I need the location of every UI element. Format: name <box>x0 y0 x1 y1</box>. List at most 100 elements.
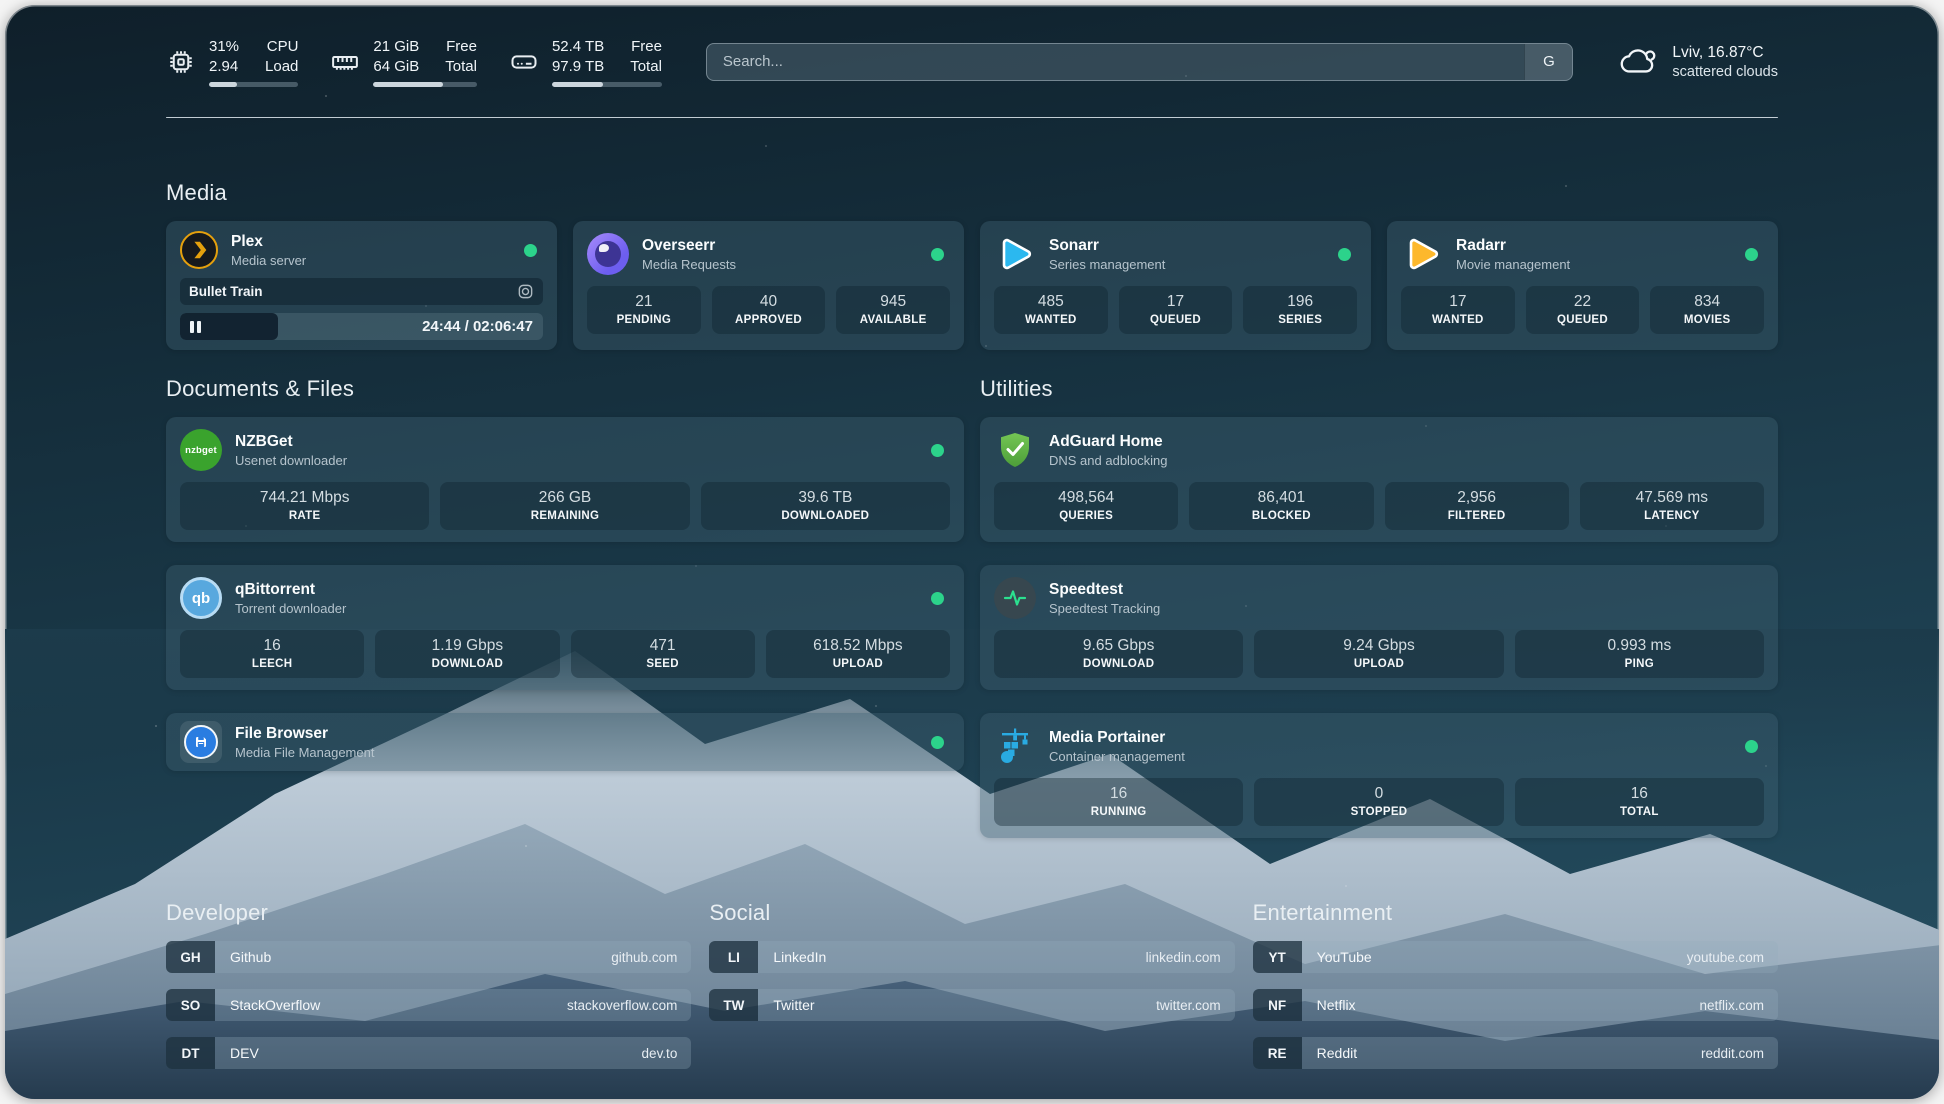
cpu-widget: 31% 2.94 CPU Load <box>166 37 298 87</box>
service-card-portainer[interactable]: Media Portainer Container management 16 … <box>980 713 1778 838</box>
section-heading-media: Media <box>166 180 1778 206</box>
stat-tile: 196 SERIES <box>1243 286 1357 334</box>
service-card-speedtest[interactable]: Speedtest Speedtest Tracking 9.65 Gbps D… <box>980 565 1778 690</box>
bookmark-name: LinkedIn <box>758 949 826 965</box>
portainer-icon <box>994 725 1036 767</box>
service-name: Radarr <box>1456 236 1570 255</box>
memory-labels: Free Total <box>445 37 477 77</box>
status-dot <box>931 248 944 261</box>
bookmark-twitter[interactable]: TW Twitter twitter.com <box>709 989 1234 1021</box>
bookmark-url: netflix.com <box>1699 998 1778 1013</box>
status-dot <box>1745 740 1758 753</box>
stat-tile: 1.19 Gbps DOWNLOAD <box>375 630 559 678</box>
service-card-nzbget[interactable]: nzbget NZBGet Usenet downloader 744.21 M… <box>166 417 964 542</box>
service-card-adguard[interactable]: AdGuard Home DNS and adblocking 498,564 … <box>980 417 1778 542</box>
stat-tile: 0.993 ms PING <box>1515 630 1764 678</box>
service-subtitle: Media Requests <box>642 257 736 272</box>
bookmark-name: Twitter <box>758 997 814 1013</box>
stat-tile: 485 WANTED <box>994 286 1108 334</box>
bookmark-abbr: DT <box>166 1037 215 1069</box>
bookmark-name: Reddit <box>1302 1045 1357 1061</box>
bookmark-reddit[interactable]: RE Reddit reddit.com <box>1253 1037 1778 1069</box>
radarr-icon <box>1401 233 1443 275</box>
filebrowser-icon <box>180 721 222 763</box>
stat-tile: 17 QUEUED <box>1119 286 1233 334</box>
status-dot <box>1745 248 1758 261</box>
service-card-radarr[interactable]: Radarr Movie management 17 WANTED 22 QUE… <box>1387 221 1778 350</box>
stat-tile: 40 APPROVED <box>712 286 826 334</box>
cpu-progress <box>209 82 298 87</box>
status-dot <box>1338 248 1351 261</box>
bookmark-url: reddit.com <box>1701 1046 1778 1061</box>
disk-values: 52.4 TB 97.9 TB <box>552 37 604 77</box>
bookmark-abbr: TW <box>709 989 758 1021</box>
service-name: qBittorrent <box>235 580 346 599</box>
bookmark-github[interactable]: GH Github github.com <box>166 941 691 973</box>
bookmark-linkedin[interactable]: LI LinkedIn linkedin.com <box>709 941 1234 973</box>
stat-tile: 0 STOPPED <box>1254 778 1503 826</box>
service-name: Overseerr <box>642 236 736 255</box>
status-dot <box>931 444 944 457</box>
section-heading-entertainment: Entertainment <box>1253 900 1778 926</box>
stat-tile: 39.6 TB DOWNLOADED <box>701 482 950 530</box>
status-dot <box>524 244 537 257</box>
status-dot <box>931 736 944 749</box>
adguard-icon <box>994 429 1036 471</box>
pause-icon[interactable] <box>190 321 201 333</box>
weather-condition: scattered clouds <box>1672 64 1778 80</box>
stat-tile: 471 SEED <box>571 630 755 678</box>
service-card-plex[interactable]: Plex Media server Bullet Train <box>166 221 557 350</box>
bookmark-group-entertainment: Entertainment YT YouTube youtube.com NF … <box>1253 900 1778 1085</box>
stat-tile: 86,401 BLOCKED <box>1189 482 1373 530</box>
service-card-filebrowser[interactable]: File Browser Media File Management <box>166 713 964 771</box>
service-subtitle: Speedtest Tracking <box>1049 601 1160 616</box>
stat-tile: 16 TOTAL <box>1515 778 1764 826</box>
cpu-labels: CPU Load <box>265 37 298 77</box>
speedtest-icon <box>994 577 1036 619</box>
memory-widget: 21 GiB 64 GiB Free Total <box>330 37 477 87</box>
stat-tile: 17 WANTED <box>1401 286 1515 334</box>
service-name: Media Portainer <box>1049 728 1185 747</box>
bookmark-name: Netflix <box>1302 997 1356 1013</box>
bookmark-youtube[interactable]: YT YouTube youtube.com <box>1253 941 1778 973</box>
stat-tile: 744.21 Mbps RATE <box>180 482 429 530</box>
bookmark-netflix[interactable]: NF Netflix netflix.com <box>1253 989 1778 1021</box>
search-provider-button[interactable]: G <box>1524 44 1572 80</box>
dashboard-window: 31% 2.94 CPU Load <box>5 5 1939 1099</box>
bookmark-url: linkedin.com <box>1146 950 1235 965</box>
stat-tile: 618.52 Mbps UPLOAD <box>766 630 950 678</box>
qbittorrent-icon: qb <box>180 577 222 619</box>
sonarr-icon <box>994 233 1036 275</box>
cloud-icon <box>1617 41 1659 83</box>
stat-tile: 498,564 QUERIES <box>994 482 1178 530</box>
memory-icon <box>330 47 360 77</box>
stat-tile: 16 LEECH <box>180 630 364 678</box>
bookmark-abbr: SO <box>166 989 215 1021</box>
bookmark-abbr: LI <box>709 941 758 973</box>
service-card-qbittorrent[interactable]: qb qBittorrent Torrent downloader 16 LEE… <box>166 565 964 690</box>
service-card-sonarr[interactable]: Sonarr Series management 485 WANTED 17 Q… <box>980 221 1371 350</box>
top-bar: 31% 2.94 CPU Load <box>166 37 1778 87</box>
plex-player-bar: 24:44 / 02:06:47 <box>180 313 543 340</box>
snow-specks <box>5 5 7 7</box>
bookmark-dev[interactable]: DT DEV dev.to <box>166 1037 691 1069</box>
service-subtitle: Media File Management <box>235 745 374 760</box>
bookmark-stackoverflow[interactable]: SO StackOverflow stackoverflow.com <box>166 989 691 1021</box>
overseerr-icon <box>587 233 629 275</box>
cpu-icon <box>166 47 196 77</box>
stat-tile: 2,956 FILTERED <box>1385 482 1569 530</box>
stat-tile: 47.569 ms LATENCY <box>1580 482 1764 530</box>
service-card-overseerr[interactable]: Overseerr Media Requests 21 PENDING 40 A… <box>573 221 964 350</box>
disk-icon <box>509 47 539 77</box>
stat-tile: 834 MOVIES <box>1650 286 1764 334</box>
memory-values: 21 GiB 64 GiB <box>373 37 419 77</box>
bookmark-name: StackOverflow <box>215 997 320 1013</box>
service-subtitle: Media server <box>231 253 306 268</box>
now-playing-session-icon[interactable] <box>517 283 534 300</box>
service-name: Sonarr <box>1049 236 1165 255</box>
cpu-values: 31% 2.94 <box>209 37 239 77</box>
bookmark-url: dev.to <box>642 1046 692 1061</box>
player-progress <box>180 313 278 340</box>
search-input[interactable] <box>707 44 1525 80</box>
section-heading-utilities: Utilities <box>980 376 1778 402</box>
